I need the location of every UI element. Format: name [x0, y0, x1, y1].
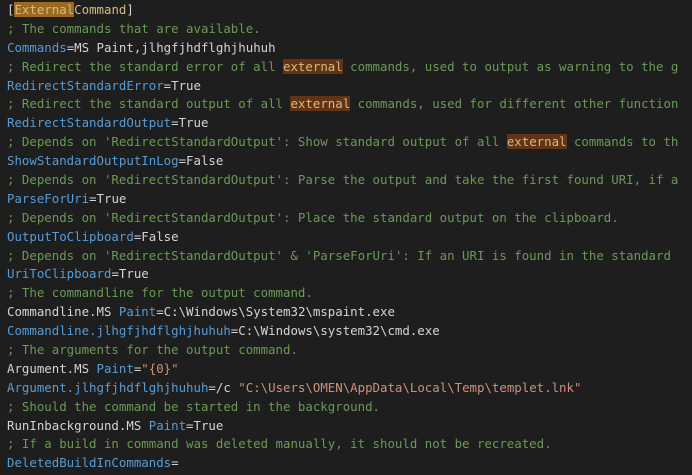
equals-sign: =	[156, 304, 164, 320]
comment-line[interactable]: ; Redirect the standard output of all ex…	[0, 95, 692, 114]
comment-text: ; Redirect the standard output of all	[7, 96, 291, 112]
setting-value: /c	[215, 379, 239, 395]
ini-editor[interactable]: [ExternalCommand] ; The commands that ar…	[0, 0, 692, 473]
setting-key: ParseForUri	[7, 190, 90, 206]
comment-text: commands, used to output as warning to t…	[342, 58, 679, 74]
setting-value: True	[193, 417, 224, 433]
setting-line-commandline-mspaint[interactable]: Commandline.MS Paint=C:\Windows\System32…	[0, 303, 692, 322]
equals-sign: =	[186, 417, 194, 433]
setting-line-uri-to-clipboard[interactable]: UriToClipboard=True	[0, 265, 692, 284]
comment-line[interactable]: ; The arguments for the output command.	[0, 341, 692, 360]
section-name-rest: Command	[74, 2, 127, 17]
setting-value: True	[178, 115, 209, 131]
setting-value: MS Paint,jlhgfjhdflghjhuhuh	[74, 39, 276, 55]
equals-sign: =	[89, 190, 97, 206]
setting-key-prefix: Commandline.MS	[7, 304, 112, 320]
setting-key-suffix: Paint	[141, 417, 187, 433]
setting-key: DeletedBuildInCommands	[7, 455, 172, 471]
comment-text: commands to th	[566, 134, 679, 150]
comment-line[interactable]: ; Depends on 'RedirectStandardOutput': P…	[0, 171, 692, 190]
setting-line-argument-mspaint[interactable]: Argument.MS Paint="{0}"	[0, 360, 692, 379]
setting-line-redirect-error[interactable]: RedirectStandardError=True	[0, 77, 692, 96]
equals-sign: =	[171, 115, 179, 131]
section-header[interactable]: [ExternalCommand]	[0, 1, 692, 20]
setting-value: C:\Windows\system32\cmd.exe	[238, 323, 440, 339]
setting-line-run-in-background[interactable]: RunInbackground.MS Paint=True	[0, 417, 692, 436]
setting-line-redirect-output[interactable]: RedirectStandardOutput=True	[0, 114, 692, 133]
setting-key-suffix: Paint	[89, 360, 134, 376]
comment-line[interactable]: ; Redirect the standard error of all ext…	[0, 58, 692, 77]
setting-value: True	[118, 266, 149, 282]
setting-value: False	[186, 153, 224, 169]
search-match-highlight: external	[290, 96, 351, 112]
comment-line[interactable]: ; Depends on 'RedirectStandardOutput': S…	[0, 133, 692, 152]
equals-sign: =	[163, 77, 172, 93]
setting-key: RedirectStandardError	[7, 77, 164, 93]
comment-line[interactable]: ; Depends on 'RedirectStandardOutput' & …	[0, 247, 692, 266]
comment-line[interactable]: ; The commandline for the output command…	[0, 284, 692, 303]
setting-line-parse-for-uri[interactable]: ParseForUri=True	[0, 190, 692, 209]
comment-text: ; Depends on 'RedirectStandardOutput': S…	[7, 134, 507, 150]
setting-line-output-to-clipboard[interactable]: OutputToClipboard=False	[0, 228, 692, 247]
comment-text: ; Redirect the standard error of all	[7, 58, 284, 74]
section-close-bracket: ]	[126, 2, 134, 17]
setting-key: Commands	[7, 39, 67, 55]
comment-line[interactable]: ; Depends on 'RedirectStandardOutput': P…	[0, 209, 692, 228]
search-match-highlight: external	[506, 134, 567, 150]
setting-key: OutputToClipboard	[7, 228, 134, 244]
setting-key: ShowStandardOutputInLog	[7, 153, 179, 169]
setting-key-prefix: RunInbackground.MS	[7, 417, 142, 433]
setting-key-suffix: Paint	[111, 304, 157, 320]
equals-sign: =	[171, 455, 179, 471]
setting-key-prefix: Argument.MS	[7, 360, 90, 376]
setting-key: Commandline.jlhgfjhdflghjhuhuh	[7, 323, 231, 339]
setting-value: False	[141, 228, 179, 244]
setting-line-deleted-build-in[interactable]: DeletedBuildInCommands=	[0, 454, 692, 473]
comment-line[interactable]: ; Should the command be started in the b…	[0, 398, 692, 417]
setting-key: UriToClipboard	[7, 266, 112, 282]
equals-sign: =	[111, 266, 119, 282]
comment-line[interactable]: ; The commands that are available.	[0, 20, 692, 39]
setting-key: RedirectStandardOutput	[7, 115, 172, 131]
equals-sign: =	[178, 153, 187, 169]
setting-line-commandline-cmd[interactable]: Commandline.jlhgfjhdflghjhuhuh=C:\Window…	[0, 322, 692, 341]
setting-value: True	[96, 190, 127, 206]
setting-line-argument-cmd[interactable]: Argument.jlhgfjhdflghjhuhuh=/c "C:\Users…	[0, 379, 692, 398]
string-value: "C:\Users\OMEN\AppData\Local\Temp\temple…	[238, 379, 582, 395]
string-value: "{0}"	[141, 360, 179, 376]
comment-line[interactable]: ; If a build in command was deleted manu…	[0, 435, 692, 454]
setting-line-commands[interactable]: Commands=MS Paint,jlhgfjhdflghjhuhuh	[0, 39, 692, 58]
setting-value: C:\Windows\System32\mspaint.exe	[163, 304, 395, 320]
section-name-highlight: External	[14, 2, 75, 17]
setting-value: True	[171, 77, 201, 93]
setting-key: Argument.jlhgfjhdflghjhuhuh	[7, 379, 209, 395]
equals-sign: =	[208, 379, 216, 395]
search-match-highlight: external	[283, 58, 343, 74]
setting-line-show-output-log[interactable]: ShowStandardOutputInLog=False	[0, 152, 692, 171]
comment-text: commands, used for different other funct…	[350, 96, 679, 112]
